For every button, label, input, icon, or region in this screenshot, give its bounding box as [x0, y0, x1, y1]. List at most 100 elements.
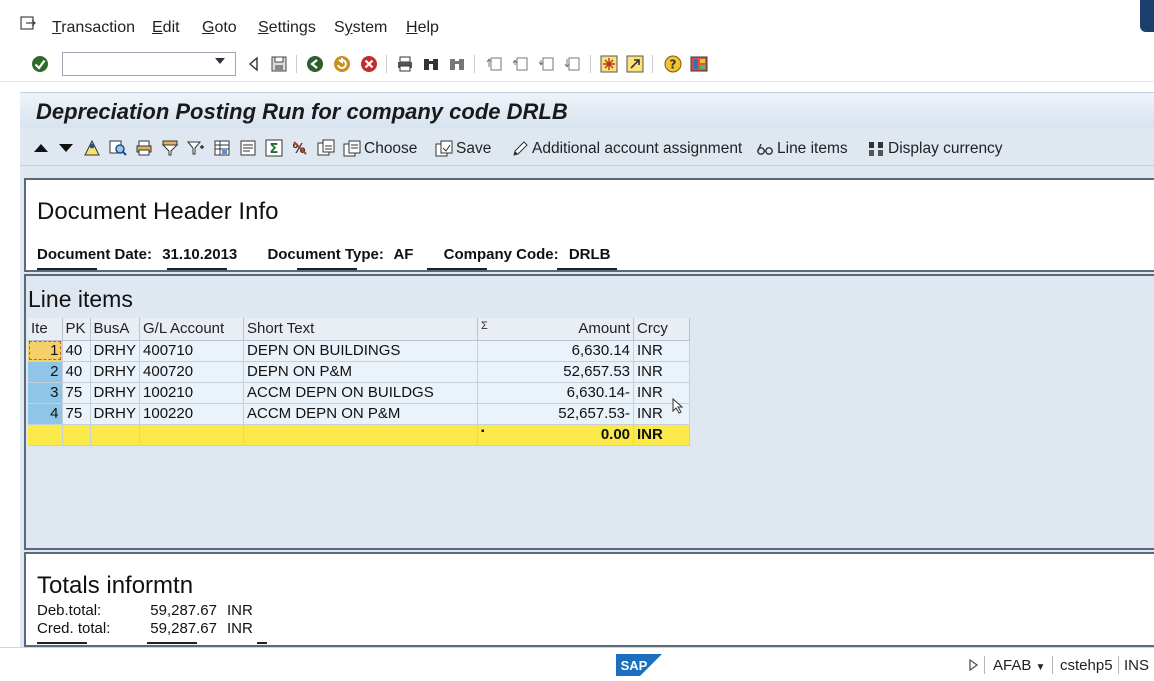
clipped-text-row: [37, 640, 267, 645]
display-currency-button[interactable]: Display currency: [867, 138, 1003, 160]
first-page-icon[interactable]: [486, 55, 504, 73]
sum-icon[interactable]: Σ: [265, 139, 283, 157]
status-transaction[interactable]: AFAB ▼: [993, 657, 1045, 674]
find-next-icon[interactable]: [448, 55, 466, 73]
back-icon[interactable]: [306, 55, 324, 73]
status-mode[interactable]: INS: [1124, 657, 1149, 674]
status-expand-icon[interactable]: [968, 659, 978, 671]
total-cell: [243, 424, 479, 446]
cell-gl-account[interactable]: 400710: [139, 340, 245, 362]
export-icon[interactable]: [317, 139, 335, 157]
cell-short-text[interactable]: ACCM DEPN ON BUILDGS: [243, 382, 479, 404]
table-row[interactable]: 3 75 DRHY 100210 ACCM DEPN ON BUILDGS 6,630.1…: [28, 382, 691, 404]
total-cell: [28, 424, 63, 446]
additional-account-assignment-button[interactable]: Additional account assignment: [511, 138, 742, 160]
create-session-icon[interactable]: [600, 55, 618, 73]
cell-busa[interactable]: DRHY: [90, 403, 141, 425]
line-items-panel: Line items Ite PK BusA G/L Account Short…: [24, 274, 1154, 550]
document-header-fields: Document Date: 31.10.2013 Document Type:…: [37, 246, 617, 263]
column-header-pk[interactable]: PK: [62, 318, 91, 341]
sap-logo: SAP: [616, 654, 662, 676]
cell-gl-account[interactable]: 100220: [139, 403, 245, 425]
cell-item[interactable]: 4: [28, 403, 63, 425]
cell-currency[interactable]: INR: [633, 340, 691, 362]
cell-pk[interactable]: 75: [62, 382, 91, 404]
cell-short-text[interactable]: DEPN ON BUILDINGS: [243, 340, 479, 362]
column-header-busa[interactable]: BusA: [90, 318, 141, 341]
cell-short-text[interactable]: ACCM DEPN ON P&M: [243, 403, 479, 425]
status-bar: SAP AFAB ▼ cstehp5 INS: [0, 647, 1154, 681]
find-icon[interactable]: [422, 55, 440, 73]
credit-total-row: Cred. total: 59,287.67 INR: [37, 620, 253, 637]
scroll-down-icon[interactable]: [57, 139, 75, 157]
cell-amount[interactable]: 6,630.14-: [477, 382, 635, 404]
cell-item[interactable]: 3: [28, 382, 63, 404]
cell-busa[interactable]: DRHY: [90, 361, 141, 383]
previous-page-icon[interactable]: [512, 55, 530, 73]
exit-circle-icon[interactable]: [333, 55, 351, 73]
help-icon[interactable]: ?: [664, 55, 682, 73]
menu-edit[interactable]: Edit: [152, 19, 180, 37]
column-header-gl-account[interactable]: G/L Account: [139, 318, 245, 341]
next-page-icon[interactable]: [538, 55, 556, 73]
cancel-icon[interactable]: [360, 55, 378, 73]
shortcut-icon[interactable]: [626, 55, 644, 73]
cell-gl-account[interactable]: 100210: [139, 382, 245, 404]
print-icon[interactable]: [396, 55, 414, 73]
save-label: Save: [456, 140, 492, 157]
line-items-title: Line items: [28, 286, 133, 312]
cell-amount[interactable]: 6,630.14: [477, 340, 635, 362]
menu-settings[interactable]: Settings: [258, 19, 316, 37]
details-icon[interactable]: [83, 139, 101, 157]
menu-system[interactable]: System: [334, 19, 387, 37]
line-items-button[interactable]: Line items: [756, 138, 848, 160]
total-cell: [139, 424, 245, 446]
filter-icon[interactable]: [161, 139, 179, 157]
short-text-header-label: Short Text: [247, 320, 315, 338]
menu-goto[interactable]: Goto: [202, 19, 237, 37]
menu-transaction[interactable]: Transaction: [52, 19, 135, 37]
column-header-short-text[interactable]: Short Text: [243, 318, 479, 341]
last-page-icon[interactable]: [564, 55, 582, 73]
print-preview-icon[interactable]: [135, 139, 153, 157]
save-button[interactable]: Save: [435, 138, 491, 160]
cell-busa[interactable]: DRHY: [90, 340, 141, 362]
save-icon[interactable]: [270, 55, 288, 73]
line-items-table: Ite PK BusA G/L Account Short Text Σ Amou…: [28, 318, 691, 446]
cell-item[interactable]: 2: [28, 361, 63, 383]
status-server: cstehp5: [1060, 657, 1113, 674]
table-row[interactable]: 4 75 DRHY 100220 ACCM DEPN ON P&M 52,657.53- I…: [28, 403, 691, 425]
title-bar: Depreciation Posting Run for company cod…: [20, 92, 1154, 128]
cell-amount[interactable]: 52,657.53-: [477, 403, 635, 425]
cell-short-text[interactable]: DEPN ON P&M: [243, 361, 479, 383]
column-header-item[interactable]: Ite: [28, 318, 63, 341]
menu-help[interactable]: Help: [406, 19, 439, 37]
set-filter-icon[interactable]: [187, 139, 205, 157]
page-title: Depreciation Posting Run for company cod…: [36, 99, 568, 124]
cell-currency[interactable]: INR: [633, 361, 691, 383]
subtotal-icon[interactable]: %: [291, 139, 309, 157]
cell-pk[interactable]: 75: [62, 403, 91, 425]
command-field-dropdown-icon[interactable]: [215, 58, 225, 64]
exit-icon[interactable]: [20, 16, 36, 30]
column-header-amount[interactable]: Σ Amount: [477, 318, 635, 341]
window-corner-button[interactable]: [1140, 0, 1154, 32]
scroll-up-icon[interactable]: [32, 139, 50, 157]
customize-layout-icon[interactable]: [690, 55, 708, 73]
cell-pk[interactable]: 40: [62, 340, 91, 362]
cell-gl-account[interactable]: 400720: [139, 361, 245, 383]
command-field-input[interactable]: [62, 52, 236, 76]
layout-icon[interactable]: [213, 139, 231, 157]
table-row[interactable]: 1 40 DRHY 400710 DEPN ON BUILDINGS 6,630.14 IN…: [28, 340, 691, 362]
choose-button[interactable]: Choose: [343, 138, 417, 160]
collapse-arrow-icon[interactable]: [245, 55, 263, 73]
cell-amount[interactable]: 52,657.53: [477, 361, 635, 383]
cell-busa[interactable]: DRHY: [90, 382, 141, 404]
cell-pk[interactable]: 40: [62, 361, 91, 383]
enter-check-icon[interactable]: [31, 55, 49, 73]
search-icon[interactable]: [109, 139, 127, 157]
select-layout-icon[interactable]: [239, 139, 257, 157]
cell-item[interactable]: 1: [28, 340, 63, 362]
column-header-currency[interactable]: Crcy: [633, 318, 691, 341]
table-row[interactable]: 2 40 DRHY 400720 DEPN ON P&M 52,657.53 INR: [28, 361, 691, 383]
